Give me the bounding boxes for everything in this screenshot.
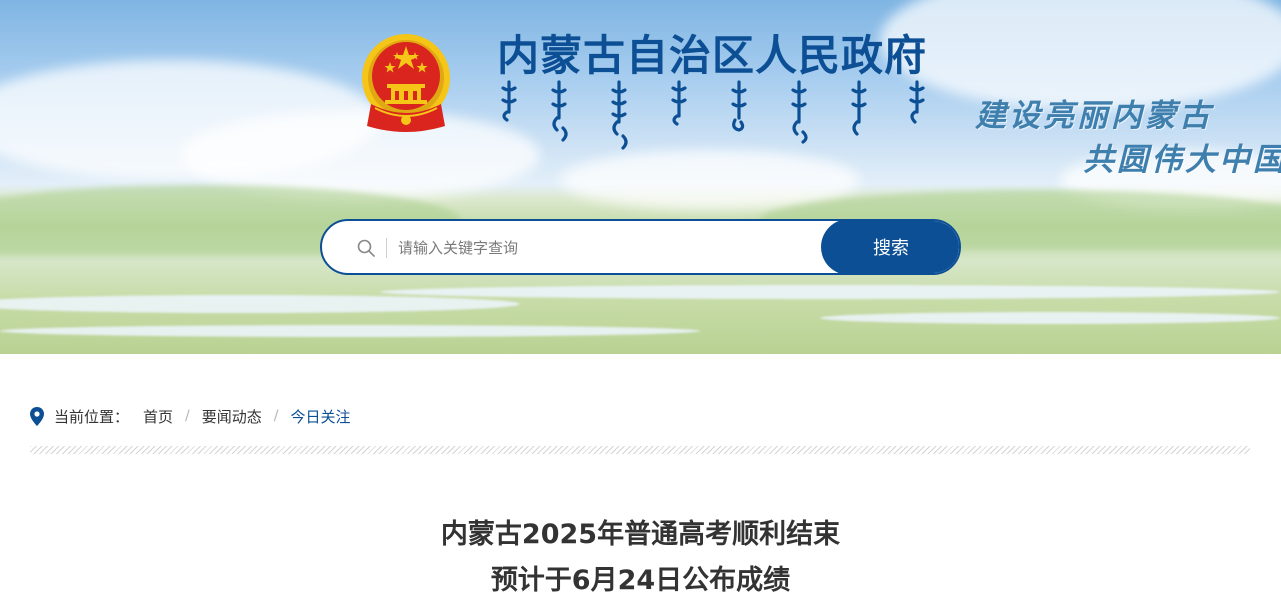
national-emblem-icon (362, 34, 450, 132)
breadcrumb-separator: / (273, 408, 279, 424)
breadcrumb-separator: / (185, 408, 190, 424)
slogan: 建设亮丽内蒙古 共圆伟大中国梦 (975, 90, 1281, 186)
breadcrumb-home[interactable]: 首页 (143, 406, 173, 427)
breadcrumb-news[interactable]: 要闻动态 (202, 406, 262, 427)
slogan-line-2: 共圆伟大中国梦 (1083, 142, 1281, 178)
banner-river (380, 285, 1280, 299)
search-bar: 搜索 (320, 219, 961, 275)
slogan-line-1: 建设亮丽内蒙古 (975, 98, 1213, 134)
article-title-line-1: 内蒙古2025年普通高考顺利结束 (440, 519, 841, 550)
article-title-line-2: 预计于6月24日公布成绩 (490, 565, 791, 596)
site-header-banner: 内蒙古自治区人民政府 建设亮丽内蒙古 共圆伟大中国梦 搜索 (0, 0, 1281, 354)
breadcrumb-label: 当前位置： (54, 407, 130, 426)
breadcrumb: 当前位置： 首页 / 要闻动态 / 今日关注 (30, 404, 351, 428)
banner-river (820, 312, 1280, 324)
banner-river (0, 295, 520, 313)
hatched-divider (30, 446, 1250, 454)
search-input[interactable] (398, 229, 818, 267)
banner-river (0, 325, 700, 337)
breadcrumb-current[interactable]: 今日关注 (290, 406, 350, 427)
site-title: 内蒙古自治区人民政府 (497, 31, 928, 80)
search-divider (386, 238, 387, 258)
article-title: 内蒙古2025年普通高考顺利结束 预计于6月24日公布成绩 (0, 512, 1281, 604)
mongolian-title-graphic (501, 80, 925, 150)
search-icon (357, 239, 375, 257)
search-button[interactable]: 搜索 (821, 221, 959, 273)
location-pin-icon (30, 406, 44, 426)
